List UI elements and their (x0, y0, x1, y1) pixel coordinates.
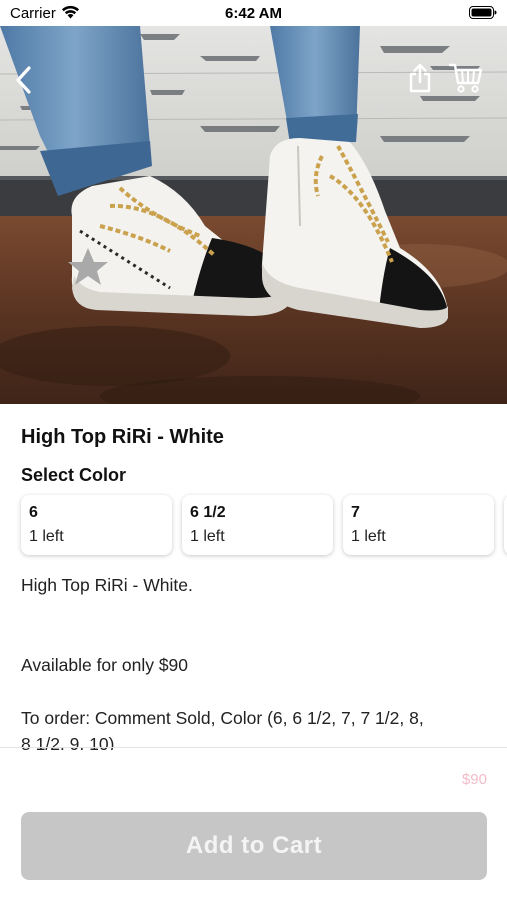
size-options: 6 1 left 6 1/2 1 left 7 1 left (21, 495, 507, 557)
description-line: Available for only $90 (21, 655, 189, 675)
size-option-stock: 1 left (29, 528, 64, 545)
product-details: High Top RiRi - White Select Color 6 1 l… (0, 404, 507, 750)
add-to-cart-button[interactable]: Add to Cart (21, 812, 487, 880)
select-color-label: Select Color (21, 465, 127, 485)
status-time: 6:42 AM (225, 5, 282, 22)
size-option-label: 6 1/2 (190, 504, 226, 521)
cart-button[interactable] (446, 60, 486, 96)
divider (0, 747, 507, 748)
size-option-stock: 1 left (190, 528, 225, 545)
cart-icon (448, 63, 483, 93)
status-bar: Carrier 6:42 AM (0, 0, 507, 26)
product-image (0, 26, 507, 406)
back-button[interactable] (8, 62, 40, 98)
size-option-label: 6 (29, 504, 38, 521)
description-line: High Top RiRi - White. (21, 575, 193, 595)
size-option-card[interactable]: 6 1/2 1 left (182, 495, 333, 555)
chevron-left-icon (16, 66, 31, 94)
size-option-label: 7 (351, 504, 360, 521)
size-option-card[interactable]: 6 1 left (21, 495, 172, 555)
price-label: $90 (461, 771, 487, 788)
description-line: To order: Comment Sold, Color (6, 6 1/2,… (21, 708, 424, 728)
size-option-stock: 1 left (351, 528, 386, 545)
share-button[interactable] (404, 60, 436, 96)
share-icon (409, 63, 431, 93)
battery-icon (469, 6, 497, 19)
product-title: High Top RiRi - White (21, 426, 224, 448)
size-option-card[interactable]: 7 1 left (343, 495, 494, 555)
